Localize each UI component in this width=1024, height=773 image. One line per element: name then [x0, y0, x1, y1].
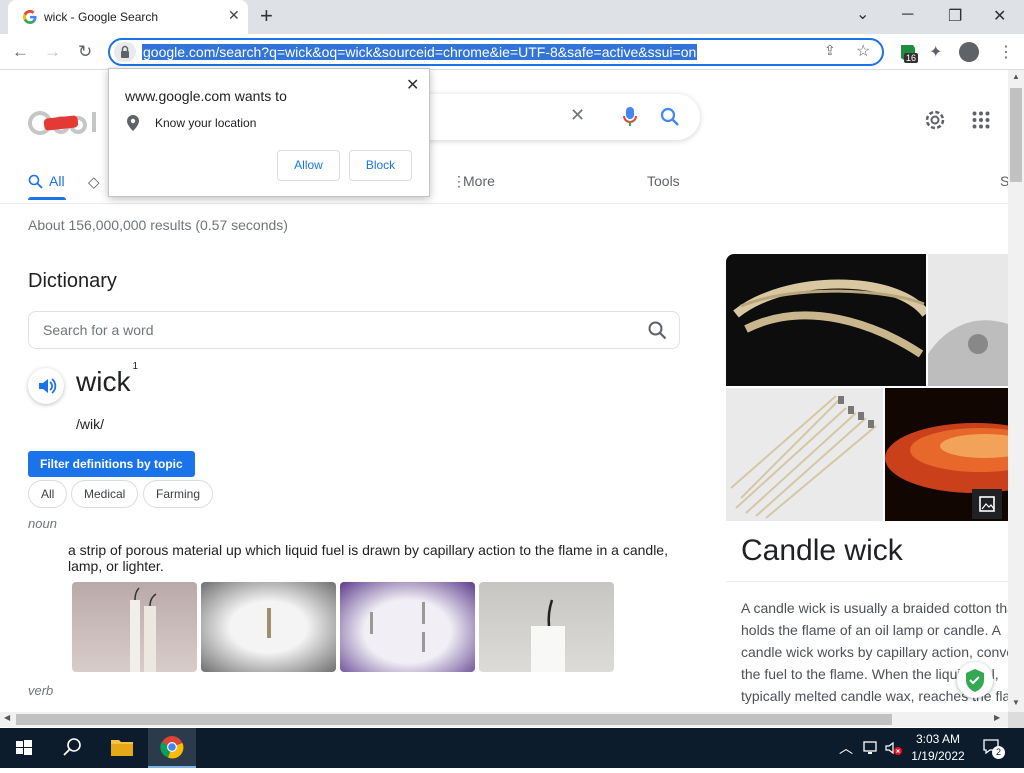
tab-strip: wick - Google Search ✕ + ⌄ ─ ❐ ✕: [0, 0, 1024, 34]
block-button[interactable]: Block: [349, 150, 412, 181]
bookmark-star-icon[interactable]: ☆: [856, 41, 870, 61]
minimize-icon[interactable]: ─: [902, 6, 913, 24]
definition-text: a strip of porous material up which liqu…: [68, 542, 668, 574]
knowledge-panel-divider: [726, 581, 1008, 582]
maximize-icon[interactable]: ❐: [948, 6, 962, 26]
word-text: wick: [76, 366, 131, 397]
chrome-taskbar-icon[interactable]: [148, 728, 196, 768]
tab-close-icon[interactable]: ✕: [228, 7, 240, 24]
search-box[interactable]: ✕: [400, 94, 700, 140]
tabs-divider: [0, 203, 1008, 204]
start-button[interactable]: [0, 728, 48, 768]
chip-medical[interactable]: Medical: [71, 480, 139, 508]
taskbar-search-icon[interactable]: [48, 728, 96, 768]
google-logo[interactable]: [28, 108, 108, 145]
extensions-puzzle-icon[interactable]: ✦: [929, 42, 942, 62]
knowledge-panel-image[interactable]: [726, 254, 926, 386]
reload-icon[interactable]: ↻: [78, 42, 92, 62]
clock-date[interactable]: 1/19/2022: [900, 749, 976, 763]
permission-text: Know your location: [155, 116, 257, 130]
search-submit-icon[interactable]: [660, 107, 680, 127]
profile-avatar-icon[interactable]: [959, 42, 979, 62]
location-pin-icon: [127, 115, 139, 131]
lock-icon[interactable]: [114, 42, 136, 62]
url-text[interactable]: google.com/search?q=wick&oq=wick&sourcei…: [142, 44, 698, 60]
word-search-input[interactable]: Search for a word: [28, 311, 680, 349]
all-tab-search-icon: [28, 174, 43, 189]
scroll-left-icon[interactable]: ◀: [4, 713, 10, 722]
close-window-icon[interactable]: ✕: [993, 6, 1006, 26]
clear-search-icon[interactable]: ✕: [570, 105, 585, 126]
filter-definitions-button[interactable]: Filter definitions by topic: [28, 451, 195, 477]
thumbnail-image[interactable]: [201, 582, 336, 672]
word-search-placeholder: Search for a word: [43, 322, 154, 338]
security-shield-icon[interactable]: [957, 662, 993, 698]
forward-icon[interactable]: →: [44, 42, 61, 62]
settings-gear-icon[interactable]: [924, 109, 946, 131]
dictionary-title: Dictionary: [28, 270, 117, 292]
scroll-up-icon[interactable]: ▲: [1012, 72, 1020, 81]
word-search-icon[interactable]: [648, 321, 667, 340]
google-favicon-icon: [23, 10, 37, 24]
chip-farming[interactable]: Farming: [143, 480, 214, 508]
voice-search-icon[interactable]: [622, 106, 638, 128]
google-apps-icon[interactable]: [972, 111, 990, 129]
scroll-down-icon[interactable]: ▼: [1012, 698, 1020, 707]
tab-all[interactable]: All: [49, 173, 65, 189]
file-explorer-icon[interactable]: [98, 728, 146, 768]
tab-more[interactable]: More: [463, 173, 495, 189]
network-icon[interactable]: [862, 740, 880, 756]
back-icon[interactable]: ←: [12, 42, 29, 62]
notification-count: 2: [992, 746, 1005, 759]
tab-all-underline: [28, 197, 66, 200]
thumbnail-image[interactable]: [72, 582, 197, 672]
scrollbar-corner: [1008, 712, 1024, 728]
pronunciation-speaker-icon[interactable]: [28, 368, 64, 404]
chrome-menu-icon[interactable]: ⋮: [998, 42, 1014, 62]
thumbnail-image[interactable]: [340, 582, 475, 672]
part-of-speech-noun: noun: [28, 516, 57, 531]
chip-all[interactable]: All: [28, 480, 68, 508]
tag-icon[interactable]: ◇: [88, 173, 100, 191]
popup-close-icon[interactable]: ✕: [406, 75, 419, 95]
tab-tools[interactable]: Tools: [647, 173, 680, 189]
scroll-right-icon[interactable]: ▶: [994, 713, 1000, 722]
action-center-icon[interactable]: 2: [982, 738, 1005, 759]
new-tab-button[interactable]: +: [260, 3, 273, 29]
browser-tab[interactable]: wick - Google Search ✕: [8, 0, 248, 34]
horizontal-scrollbar[interactable]: ◀ ▶: [0, 712, 1008, 727]
knowledge-panel-image[interactable]: [885, 388, 1008, 521]
vertical-scrollbar[interactable]: ▲ ▼: [1008, 70, 1024, 712]
knowledge-panel-title: Candle wick: [741, 534, 903, 567]
knowledge-panel-image[interactable]: [726, 388, 883, 521]
show-hidden-icons-icon[interactable]: ︿: [839, 738, 853, 758]
tab-partial[interactable]: S: [1000, 173, 1008, 189]
more-images-icon[interactable]: [972, 489, 1002, 519]
clock-time[interactable]: 3:03 AM: [900, 732, 976, 746]
horizontal-scroll-thumb[interactable]: [16, 714, 892, 725]
tab-search-icon[interactable]: ⌄: [856, 4, 869, 24]
popup-header: www.google.com wants to: [125, 88, 287, 104]
share-icon[interactable]: ⇪: [824, 42, 836, 59]
tab-title: wick - Google Search: [44, 10, 159, 24]
location-permission-popup: www.google.com wants to Know your locati…: [108, 68, 430, 197]
part-of-speech-verb: verb: [28, 683, 54, 698]
pronunciation: /wik/: [76, 416, 104, 432]
allow-button[interactable]: Allow: [277, 150, 340, 181]
word-superscript: 1: [132, 360, 139, 372]
thumbnail-image[interactable]: [479, 582, 614, 672]
windows-taskbar: ︿ 3:03 AM 1/19/2022 2: [0, 728, 1024, 768]
extension-badge-count: 16: [904, 53, 919, 63]
results-count: About 156,000,000 results (0.57 seconds): [28, 217, 288, 233]
extension-badge-icon[interactable]: 16: [898, 43, 920, 65]
dictionary-word: wick 1: [76, 361, 138, 398]
knowledge-panel-image[interactable]: [928, 254, 1008, 386]
address-bar[interactable]: google.com/search?q=wick&oq=wick&sourcei…: [108, 38, 884, 66]
vertical-scroll-thumb[interactable]: [1010, 88, 1022, 182]
